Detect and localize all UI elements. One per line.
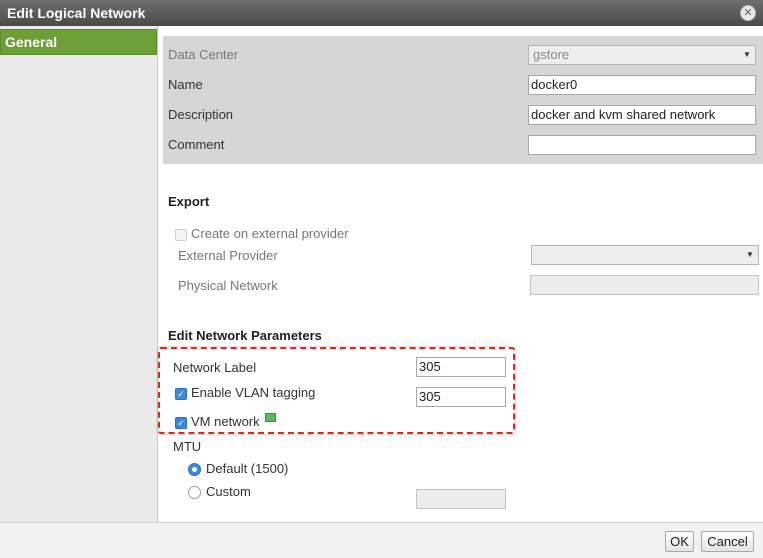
mtu-custom-label: Custom — [206, 484, 251, 499]
description-label: Description — [168, 107, 234, 122]
physical-network-field[interactable] — [530, 275, 759, 295]
description-field[interactable]: docker and kvm shared network — [528, 105, 756, 125]
create-external-checkbox[interactable] — [175, 229, 187, 241]
network-parameters-heading: Edit Network Parameters — [168, 328, 322, 343]
export-heading: Export — [168, 194, 210, 209]
comment-field[interactable] — [528, 135, 756, 155]
general-panel: Data Center gstore ▼ Name docker0 Descri… — [158, 26, 763, 522]
dialog-titlebar: Edit Logical Network ✕ — [0, 0, 763, 26]
vm-network-icon — [265, 413, 276, 422]
mtu-default-radio[interactable] — [188, 463, 201, 476]
close-icon[interactable]: ✕ — [740, 5, 756, 21]
mtu-custom-radio[interactable] — [188, 486, 201, 499]
mtu-label: MTU — [173, 439, 202, 454]
chevron-down-icon: ▼ — [743, 50, 751, 59]
enable-vlan-label: Enable VLAN tagging — [191, 385, 316, 400]
external-provider-label: External Provider — [178, 248, 278, 263]
mtu-default-label: Default (1500) — [206, 461, 289, 476]
name-label: Name — [168, 77, 203, 92]
mtu-custom-field[interactable] — [416, 489, 506, 509]
external-provider-select[interactable]: ▼ — [531, 245, 759, 265]
data-center-value: gstore — [533, 47, 570, 62]
cancel-button[interactable]: Cancel — [701, 531, 754, 552]
enable-vlan-checkbox[interactable]: ✓ — [175, 388, 187, 400]
data-center-select[interactable]: gstore ▼ — [528, 45, 756, 65]
vm-network-checkbox[interactable]: ✓ — [175, 417, 187, 429]
name-field[interactable]: docker0 — [528, 75, 756, 95]
network-label-label: Network Label — [173, 360, 257, 375]
sidebar: General — [0, 26, 158, 522]
network-label-field[interactable]: 305 — [416, 357, 506, 377]
create-external-label: Create on external provider — [191, 226, 349, 241]
dialog-footer: OK Cancel — [0, 522, 763, 558]
chevron-down-icon: ▼ — [746, 250, 754, 259]
dialog-title: Edit Logical Network — [7, 5, 146, 21]
vlan-tag-field[interactable]: 305 — [416, 387, 506, 407]
comment-label: Comment — [168, 137, 225, 152]
ok-button[interactable]: OK — [665, 531, 694, 552]
vm-network-label: VM network — [191, 414, 260, 429]
data-center-label: Data Center — [168, 47, 239, 62]
physical-network-label: Physical Network — [178, 278, 278, 293]
tab-general[interactable]: General — [0, 29, 157, 55]
